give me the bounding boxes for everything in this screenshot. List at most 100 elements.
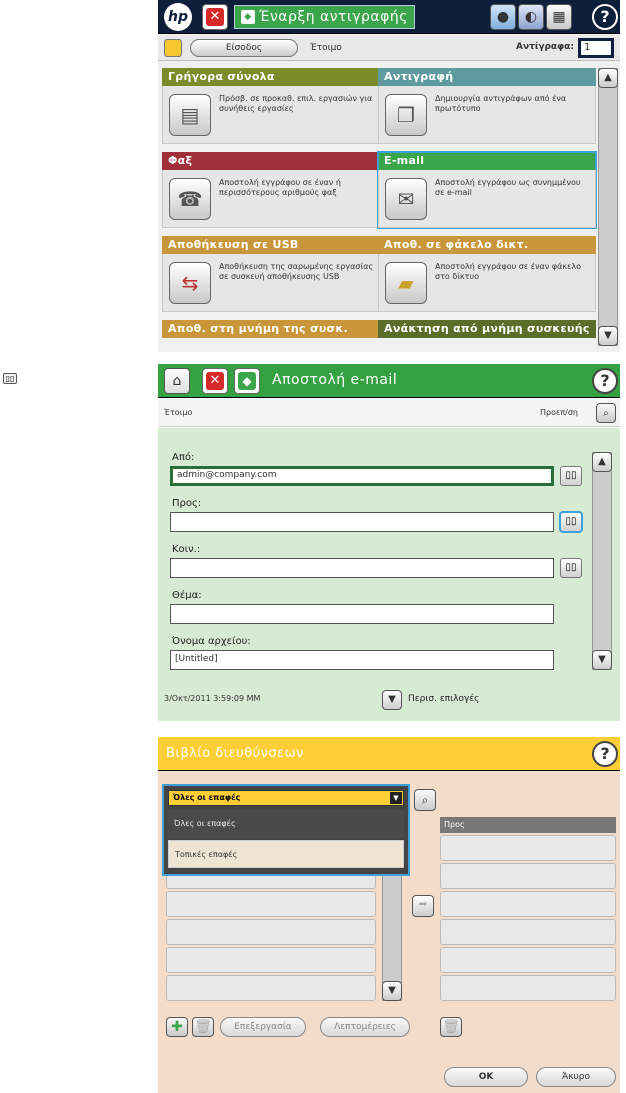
from-label: Από:: [172, 452, 195, 463]
tile-title: Αποθήκευση σε USB: [162, 236, 380, 254]
sleep-icon[interactable]: ◐: [518, 4, 544, 30]
scroll-down-icon[interactable]: ▼: [598, 326, 618, 346]
scroll-up-icon[interactable]: ▲: [598, 68, 618, 88]
dropdown-selected[interactable]: Όλες οι επαφές ▼: [168, 790, 404, 806]
tile-title: Φαξ: [162, 152, 380, 170]
tile-quick-sets[interactable]: Γρήγορα σύνολα ▤ Πρόσβ. σε προκαθ. επιλ. …: [162, 68, 380, 144]
recipient-row[interactable]: [440, 947, 616, 973]
subject-field[interactable]: [170, 604, 554, 624]
cc-label: Κοιν.:: [172, 544, 201, 555]
more-options-label[interactable]: Περισ. επιλογές: [408, 694, 479, 704]
tile-desc: Αποστολή εγγράφου σε έναν φάκελο στο δίκ…: [435, 262, 582, 281]
details-button[interactable]: Λεπτομέρειες: [320, 1017, 410, 1037]
preview-search-icon[interactable]: ⌕: [596, 403, 616, 423]
to-address-book-icon[interactable]: ▯▯: [559, 511, 583, 533]
tile-title: Αντιγραφή: [378, 68, 596, 86]
tile-desc: Αποθήκευση της σαρωμένης εργασίας σε συσ…: [219, 262, 374, 281]
clipboard-icon: ▤: [169, 94, 211, 136]
recipient-row[interactable]: [440, 975, 616, 1001]
signin-button[interactable]: Είσοδος: [190, 39, 298, 57]
from-address-book-icon[interactable]: ▯▯: [560, 466, 582, 486]
tile-copy[interactable]: Αντιγραφή ❐ Δημιουργία αντιγράφων από ένα…: [378, 68, 596, 144]
home-icon[interactable]: ⌂: [164, 368, 190, 394]
address-book-icon: ▯▯: [3, 373, 17, 384]
email-form: Από: admin@company.com ▯▯ Προς: ▯▯ Κοιν.…: [158, 428, 620, 721]
start-icon: ◆: [238, 372, 256, 390]
filename-label: Όνομα αρχείου:: [172, 636, 251, 647]
recipient-row[interactable]: [440, 863, 616, 889]
stop-button[interactable]: ✕: [202, 368, 228, 394]
edit-button[interactable]: Επεξεργασία: [220, 1017, 306, 1037]
stop-icon: ✕: [206, 372, 224, 390]
scroll-down-icon[interactable]: ▼: [382, 981, 402, 1001]
search-icon[interactable]: ⌕: [414, 789, 436, 811]
recipient-row[interactable]: [440, 891, 616, 917]
language-icon[interactable]: ▦: [546, 4, 572, 30]
recipient-row[interactable]: [440, 835, 616, 861]
subject-label: Θέμα:: [172, 590, 202, 601]
copy-screen: hp ✕ ◆ Έναρξη αντιγραφής ● ◐ ▦ ? Είσοδος …: [158, 0, 620, 352]
home-icon[interactable]: [164, 39, 182, 57]
tile-desc: Πρόσβ. σε προκαθ. επιλ. εργασιών για συν…: [219, 94, 373, 113]
dropdown-selected-label: Όλες οι επαφές: [173, 793, 241, 802]
timestamp: 3/Οκτ/2011 3:59:09 MM: [164, 694, 261, 703]
tile-title: E-mail: [378, 152, 596, 170]
tile-fax[interactable]: Φαξ ☎ Αποστολή εγγράφου σε έναν ή περισσό…: [162, 152, 380, 228]
copies-input[interactable]: 1: [578, 38, 614, 58]
address-book-screen: Βιβλίο διευθύνσεων ? ▼ ➡ Προς Όλες οι επ…: [158, 737, 620, 1093]
list-scrollbar[interactable]: [382, 861, 402, 1001]
network-icon[interactable]: ●: [490, 4, 516, 30]
dropdown-arrow-icon: ▼: [390, 792, 402, 804]
start-icon: ◆: [241, 10, 255, 24]
to-field[interactable]: [170, 512, 554, 532]
start-copy-button[interactable]: ◆ Έναρξη αντιγραφής: [234, 5, 415, 29]
dropdown-option-local[interactable]: Τοπικές επαφές: [168, 840, 404, 868]
screen-title: Αποστολή e-mail: [272, 372, 398, 388]
more-options-icon[interactable]: ▼: [382, 690, 402, 710]
tile-desc: Αποστολή εγγράφου ως συνημμένου σε e-mai…: [435, 178, 581, 197]
add-recipient-arrow-icon[interactable]: ➡: [412, 895, 434, 917]
tile-network-folder[interactable]: Αποθ. σε φάκελο δικτ. ▰ Αποστολή εγγράφου…: [378, 236, 596, 312]
copy-icon: ❐: [385, 94, 427, 136]
tile-desc: Αποστολή εγγράφου σε έναν ή περισσότερου…: [219, 178, 341, 197]
scroll-down-icon[interactable]: ▼: [592, 650, 612, 670]
tile-retrieve-device-memory[interactable]: Ανάκτηση από μνήμη συσκευής: [378, 320, 596, 352]
scrollbar[interactable]: [592, 452, 612, 670]
cancel-button[interactable]: Άκυρο: [536, 1067, 616, 1087]
contact-row[interactable]: [166, 919, 376, 945]
tile-save-usb[interactable]: Αποθήκευση σε USB ⇆ Αποθήκευση της σαρωμέ…: [162, 236, 380, 312]
screen-title: Βιβλίο διευθύνσεων: [166, 746, 304, 761]
status-bar: Έτοιμο Προεπ/ση ⌕: [158, 399, 620, 427]
fax-icon: ☎: [169, 178, 211, 220]
copies-label: Αντίγραφα:: [516, 42, 574, 52]
contact-row[interactable]: [166, 947, 376, 973]
tile-save-device-memory[interactable]: Αποθ. στη μνήμη της συσκ.: [162, 320, 380, 352]
start-button[interactable]: ◆: [234, 368, 260, 394]
recipient-row[interactable]: [440, 919, 616, 945]
contact-row[interactable]: [166, 975, 376, 1001]
from-field[interactable]: admin@company.com: [170, 466, 554, 486]
help-icon[interactable]: ?: [592, 368, 618, 394]
add-contact-icon[interactable]: ✚: [166, 1017, 188, 1037]
cc-field[interactable]: [170, 558, 554, 578]
delete-contact-icon[interactable]: 🗑: [192, 1017, 214, 1037]
remove-recipient-icon[interactable]: 🗑: [440, 1017, 462, 1037]
preview-label: Προεπ/ση: [540, 408, 578, 417]
scroll-up-icon[interactable]: ▲: [592, 452, 612, 472]
tile-email[interactable]: E-mail ✉ Αποστολή εγγράφου ως συνημμένου …: [377, 151, 597, 229]
cc-address-book-icon[interactable]: ▯▯: [560, 558, 582, 578]
stop-button[interactable]: ✕: [202, 4, 228, 30]
tile-title: Ανάκτηση από μνήμη συσκευής: [378, 320, 596, 338]
scrollbar[interactable]: [598, 68, 618, 346]
contact-row[interactable]: [166, 891, 376, 917]
envelope-icon: ✉: [385, 178, 427, 220]
help-icon[interactable]: ?: [592, 741, 618, 767]
stop-icon: ✕: [206, 8, 224, 26]
ok-button[interactable]: OK: [444, 1067, 528, 1087]
help-icon[interactable]: ?: [592, 4, 618, 30]
usb-icon: ⇆: [169, 262, 211, 304]
dropdown-option-all[interactable]: Όλες οι επαφές: [168, 810, 404, 838]
contacts-dropdown[interactable]: Όλες οι επαφές ▼ Όλες οι επαφές Τοπικές …: [162, 784, 410, 876]
to-header: Προς: [440, 817, 616, 833]
filename-field[interactable]: [Untitled]: [170, 650, 554, 670]
